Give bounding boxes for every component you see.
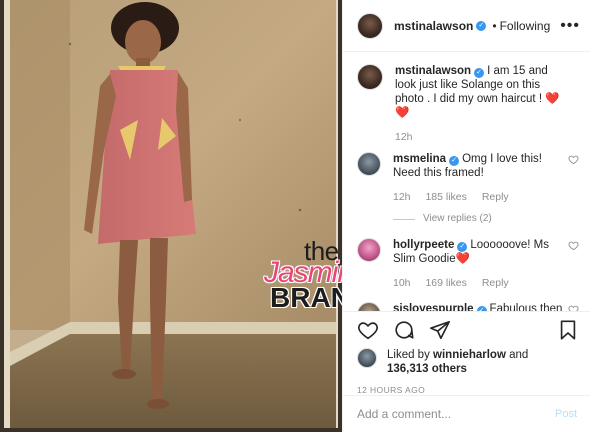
reply-button[interactable]: Reply [482, 191, 509, 203]
verified-icon: ✓ [474, 68, 485, 78]
comment-meta: 10h 169 likes Reply [393, 276, 565, 290]
post-sidebar: mstinalawson ✓ • Following ••• mstinalaw… [342, 0, 590, 432]
verified-icon: ✓ [449, 156, 460, 166]
comment-username[interactable]: msmelina [393, 153, 446, 165]
header-separator: • [492, 18, 497, 33]
share-paper-plane-icon[interactable] [429, 319, 451, 341]
comment-username[interactable]: sislovespurple [393, 303, 474, 311]
comment-time[interactable]: 12h [393, 191, 411, 203]
caption-meta: 12h [395, 130, 567, 144]
comment-likes[interactable]: 185 likes [425, 191, 466, 203]
author-username[interactable]: mstinalawson [394, 19, 473, 33]
commenter-avatar[interactable] [357, 302, 381, 311]
caption-avatar[interactable] [357, 64, 383, 90]
caption-time[interactable]: 12h [395, 131, 413, 143]
view-replies-label: View replies (2) [423, 213, 492, 224]
comment-time[interactable]: 10h [393, 277, 411, 289]
liked-by-prefix: Liked by [387, 349, 430, 361]
more-options-icon[interactable]: ••• [560, 17, 580, 35]
comment-item: msmelina ✓ Omg I love this! Need this fram… [357, 152, 579, 226]
like-heart-icon[interactable] [357, 319, 379, 341]
commenter-avatar[interactable] [357, 238, 381, 262]
verified-icon: ✓ [476, 20, 487, 31]
comment-item: sislovespurple✓Fabulous then and STILL 😍… [357, 302, 579, 311]
post-timestamp[interactable]: 12 HOURS AGO [357, 385, 579, 395]
view-replies-button[interactable]: View replies (2) [393, 212, 565, 226]
comments-list[interactable]: mstinalawson ✓ I am 15 and look just like … [343, 58, 590, 311]
post-header: mstinalawson ✓ • Following ••• [343, 0, 590, 52]
liked-by-user[interactable]: winnieharlow [433, 349, 506, 361]
liker-avatar[interactable] [357, 348, 377, 368]
verified-icon: ✓ [457, 242, 468, 252]
likes-summary: Liked by winnieharlow and 136,313 others [357, 348, 579, 376]
comment-input[interactable] [357, 407, 555, 421]
action-bar [357, 312, 579, 348]
like-comment-heart-icon[interactable] [568, 154, 579, 165]
like-comment-heart-icon[interactable] [568, 240, 579, 251]
post-actions-section: Liked by winnieharlow and 136,313 others… [343, 311, 590, 395]
like-comment-heart-icon[interactable] [568, 304, 579, 311]
replies-divider [393, 218, 415, 220]
comment-meta: 12h 185 likes Reply [393, 190, 565, 204]
reply-button[interactable]: Reply [482, 277, 509, 289]
vintage-photo-illustration [0, 0, 342, 432]
liked-by-and: and [509, 349, 529, 361]
post-photo[interactable] [0, 0, 342, 432]
commenter-avatar[interactable] [357, 152, 381, 176]
liked-by-suffix[interactable]: others [432, 363, 467, 375]
following-button[interactable]: Following [500, 19, 551, 33]
caption: mstinalawson ✓ I am 15 and look just like … [357, 64, 579, 144]
comment-bubble-icon[interactable] [393, 319, 415, 341]
likes-count[interactable]: 136,313 [387, 363, 429, 375]
comment-username[interactable]: hollyrpeete [393, 239, 454, 251]
comment-item: hollyrpeete ✓ Loooooove! Ms Slim Goodie❤️ … [357, 238, 579, 290]
post-comment-button[interactable]: Post [555, 408, 577, 420]
caption-username[interactable]: mstinalawson [395, 65, 471, 77]
bookmark-icon[interactable] [557, 319, 579, 341]
author-avatar[interactable] [357, 12, 383, 39]
add-comment-bar: Post [343, 395, 590, 432]
comment-likes[interactable]: 169 likes [425, 277, 466, 289]
likes-text: Liked by winnieharlow and 136,313 others [387, 348, 528, 376]
